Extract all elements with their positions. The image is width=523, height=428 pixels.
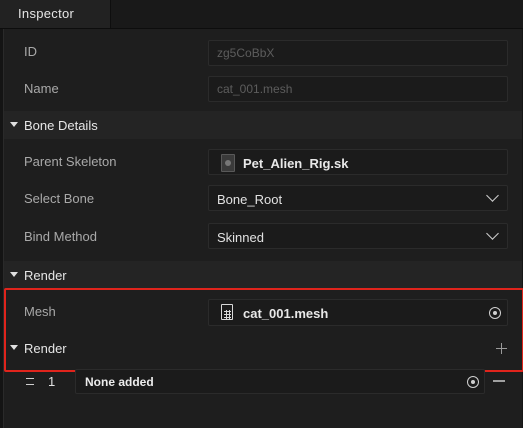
render-list-header[interactable]: Render [4,334,522,362]
select-bone-value: Bone_Root [217,192,283,207]
id-value: zg5CoBbX [217,46,275,60]
target-picker-icon[interactable] [467,376,479,388]
skeleton-file-icon [221,154,235,172]
render-list-title: Render [24,341,67,356]
render-header[interactable]: Render [4,261,522,289]
add-icon[interactable] [496,343,507,354]
chevron-down-icon [486,227,499,240]
name-value: cat_001.mesh [217,82,293,96]
tab-inspector[interactable]: Inspector [0,0,111,28]
list-item-value: None added [85,375,154,389]
chevron-down-icon [486,189,499,202]
id-row: ID zg5CoBbX [4,34,522,70]
inspector-panel: ID zg5CoBbX Name cat_001.mesh Bone Detai… [3,29,523,428]
caret-down-icon [10,345,18,350]
parent-skeleton-field[interactable]: Pet_Alien_Rig.sk [208,149,508,175]
tab-bar: Inspector [0,0,523,29]
name-row: Name cat_001.mesh [4,71,522,107]
list-item-index: 1 [48,374,56,389]
drag-handle-icon[interactable] [26,378,34,385]
select-bone-label: Select Bone [24,191,95,206]
name-label: Name [24,81,59,96]
parent-skeleton-label: Parent Skeleton [24,154,117,169]
tab-inspector-label: Inspector [18,6,75,21]
parent-skeleton-value: Pet_Alien_Rig.sk [243,156,349,171]
caret-down-icon [10,272,18,277]
bone-details-title: Bone Details [24,118,98,133]
select-bone-row: Select Bone Bone_Root [4,181,522,217]
id-label: ID [24,44,37,59]
select-bone-dropdown[interactable]: Bone_Root [208,185,508,211]
parent-skeleton-row: Parent Skeleton Pet_Alien_Rig.sk [4,144,522,180]
bind-method-value: Skinned [217,230,264,245]
bone-details-header[interactable]: Bone Details [4,111,522,139]
bind-method-dropdown[interactable]: Skinned [208,223,508,249]
remove-icon[interactable] [493,380,505,382]
render-title: Render [24,268,67,283]
id-field: zg5CoBbX [208,40,508,66]
caret-down-icon [10,122,18,127]
list-item-field[interactable]: None added [75,369,485,394]
name-field: cat_001.mesh [208,76,508,102]
bind-method-label: Bind Method [24,229,97,244]
bind-method-row: Bind Method Skinned [4,219,522,255]
